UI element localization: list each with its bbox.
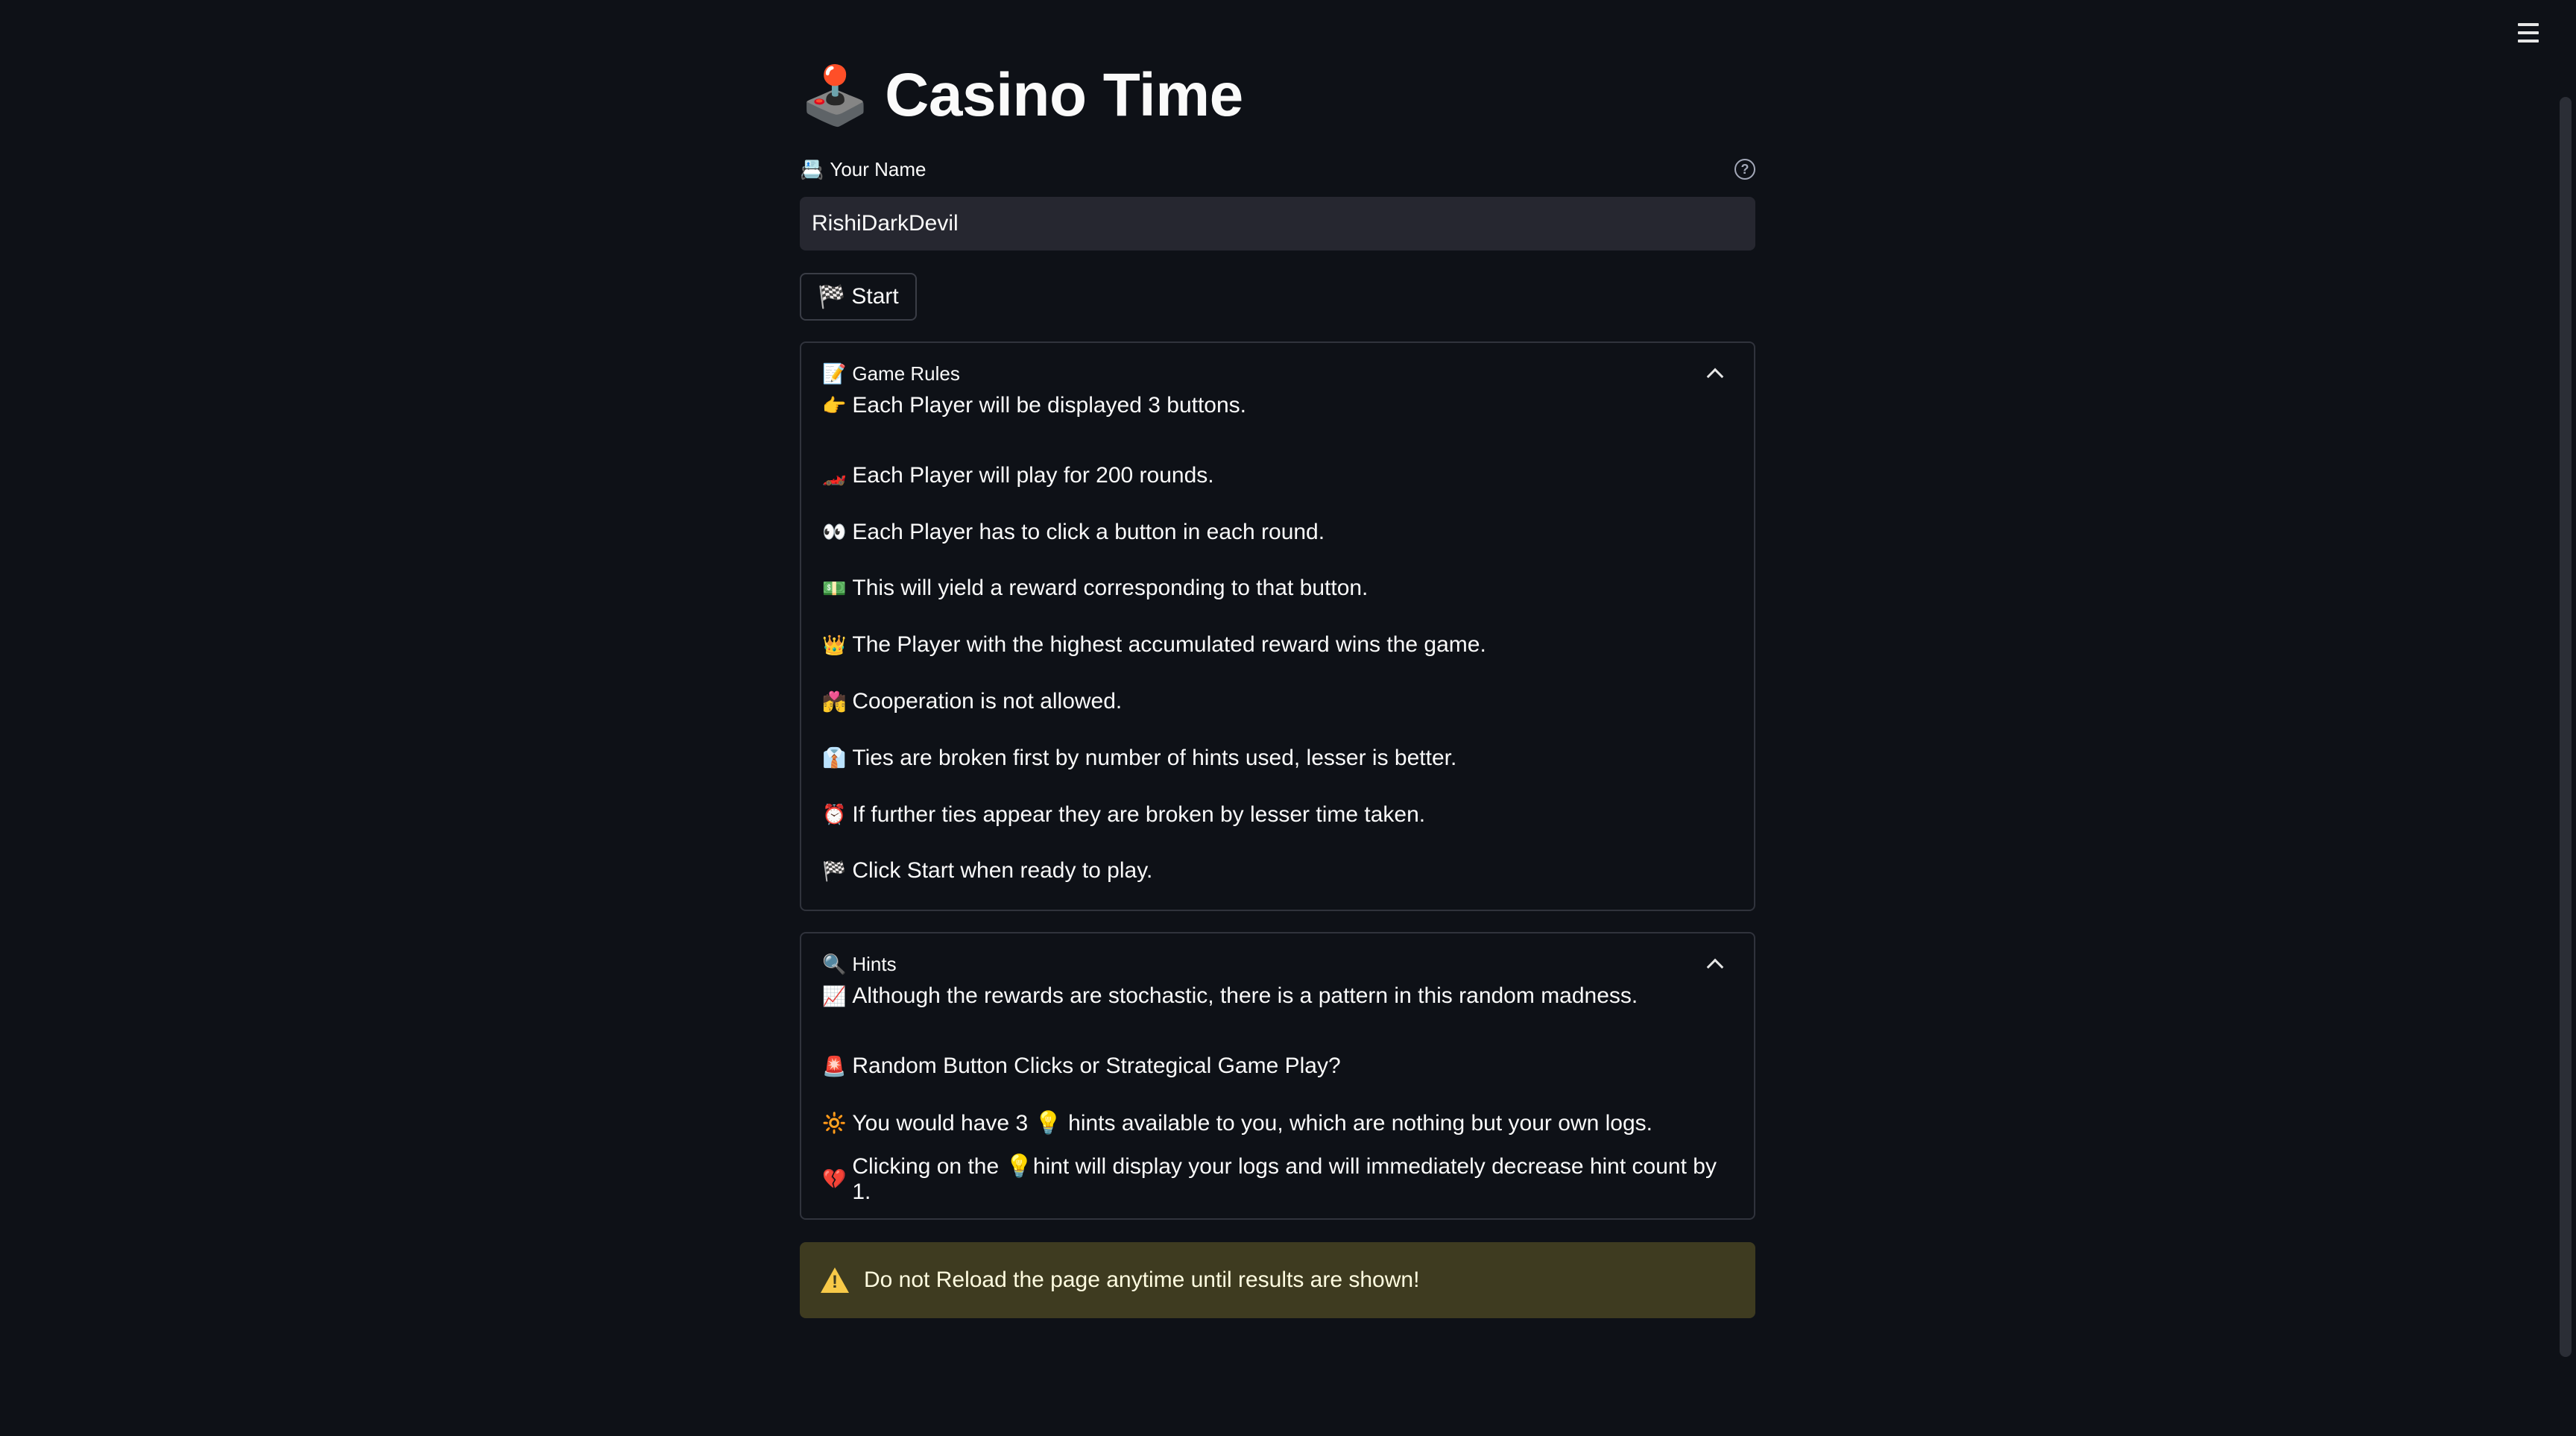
list-item: 👑 The Player with the highest accumulate… [822, 617, 1733, 673]
rule-text: If further ties appear they are broken b… [852, 802, 1426, 827]
page-title: 🕹️ Casino Time [800, 55, 1755, 136]
scrollbar[interactable] [2557, 52, 2576, 1436]
rule-text: Cooperation is not allowed. [852, 689, 1123, 714]
hints-list: 📈 Although the rewards are stochastic, t… [822, 981, 1733, 1218]
name-input[interactable] [800, 197, 1755, 251]
rule-text: Click Start when ready to play. [852, 858, 1153, 884]
list-item: 👔 Ties are broken first by number of hin… [822, 730, 1733, 787]
brightness-icon: 🔆 [822, 1111, 847, 1134]
hint-text: Clicking on the 💡hint will display your … [852, 1154, 1717, 1205]
siren-icon: 🚨 [822, 1054, 847, 1077]
pointing-hand-icon: 👉 [822, 394, 847, 417]
name-label-text: Your Name [830, 157, 926, 180]
chart-increasing-icon: 📈 [822, 984, 847, 1007]
warning-text: Do not Reload the page anytime until res… [864, 1267, 1420, 1292]
list-item: 🔆 You would have 3 💡 hints available to … [822, 1095, 1733, 1151]
page-title-text: Casino Time [885, 61, 1243, 129]
list-item: 🚨 Random Button Clicks or Strategical Ga… [822, 1038, 1733, 1095]
game-rules-list: 👉 Each Player will be displayed 3 button… [822, 391, 1733, 910]
list-item: 💔 Clicking on the 💡hint will display you… [822, 1151, 1733, 1208]
memo-icon: 📝 [822, 362, 847, 385]
list-item: 🏎️ Each Player will play for 200 rounds. [822, 447, 1733, 504]
hint-text: Although the rewards are stochastic, the… [852, 983, 1638, 1009]
help-icon[interactable]: ? [1734, 159, 1755, 180]
game-rules-expander: 📝 Game Rules 👉 Each Player will be displ… [800, 341, 1755, 912]
start-button-label: Start [851, 284, 899, 309]
scrollbar-thumb[interactable] [2560, 97, 2572, 1357]
alarm-clock-icon: ⏰ [822, 803, 847, 826]
main-content: 🕹️ Casino Time 📇 Your Name ? 🏁 Start 📝 G… [800, 0, 1755, 1318]
warning-icon [821, 1267, 849, 1293]
hints-expander: 🔍 Hints 📈 Although the rewards are stoch… [800, 932, 1755, 1220]
broken-heart-icon: 💔 [822, 1168, 847, 1191]
list-item: ⏰ If further ties appear they are broken… [822, 787, 1733, 843]
checkered-flag-icon: 🏁 [818, 284, 846, 309]
eyes-icon: 👀 [822, 520, 847, 544]
hint-text: Random Button Clicks or Strategical Game… [852, 1054, 1341, 1079]
name-label-row: 📇 Your Name ? [800, 157, 1755, 182]
app-root: 🕹️ Casino Time 📇 Your Name ? 🏁 Start 📝 G… [0, 0, 2576, 1436]
rule-text: Ties are broken first by number of hints… [852, 745, 1457, 770]
list-item: 💏 Cooperation is not allowed. [822, 673, 1733, 730]
race-car-icon: 🏎️ [822, 464, 847, 487]
list-item: 👉 Each Player will be displayed 3 button… [822, 391, 1733, 421]
chevron-up-icon[interactable] [1706, 368, 1724, 385]
name-label: 📇 Your Name [800, 158, 926, 181]
rule-text: This will yield a reward corresponding t… [852, 576, 1368, 601]
hamburger-menu-icon[interactable] [2510, 16, 2546, 49]
rule-text: Each Player will play for 200 rounds. [852, 462, 1214, 488]
rule-text: Each Player has to click a button in eac… [852, 519, 1325, 544]
necktie-icon: 👔 [822, 746, 847, 769]
magnifier-icon: 🔍 [822, 952, 847, 975]
couple-kiss-icon: 💏 [822, 690, 847, 713]
start-button[interactable]: 🏁 Start [800, 273, 917, 321]
hints-title: Hints [852, 952, 897, 975]
rule-text: Each Player will be displayed 3 buttons. [852, 393, 1247, 418]
joystick-icon: 🕹️ [800, 64, 871, 127]
hint-text: You would have 3 💡 hints available to yo… [852, 1110, 1652, 1136]
list-item: 📈 Although the rewards are stochastic, t… [822, 981, 1733, 1011]
dollar-bill-icon: 💵 [822, 576, 847, 599]
list-item: 🏁 Click Start when ready to play. [822, 843, 1733, 900]
crown-icon: 👑 [822, 633, 847, 656]
chevron-up-icon[interactable] [1706, 959, 1724, 976]
game-rules-title: Game Rules [852, 362, 960, 385]
list-item: 👀 Each Player has to click a button in e… [822, 504, 1733, 561]
checkered-flag-icon: 🏁 [822, 859, 847, 882]
list-item: 💵 This will yield a reward corresponding… [822, 561, 1733, 617]
warning-alert: Do not Reload the page anytime until res… [800, 1241, 1755, 1318]
card-index-icon: 📇 [800, 157, 824, 180]
rule-text: The Player with the highest accumulated … [852, 632, 1486, 658]
